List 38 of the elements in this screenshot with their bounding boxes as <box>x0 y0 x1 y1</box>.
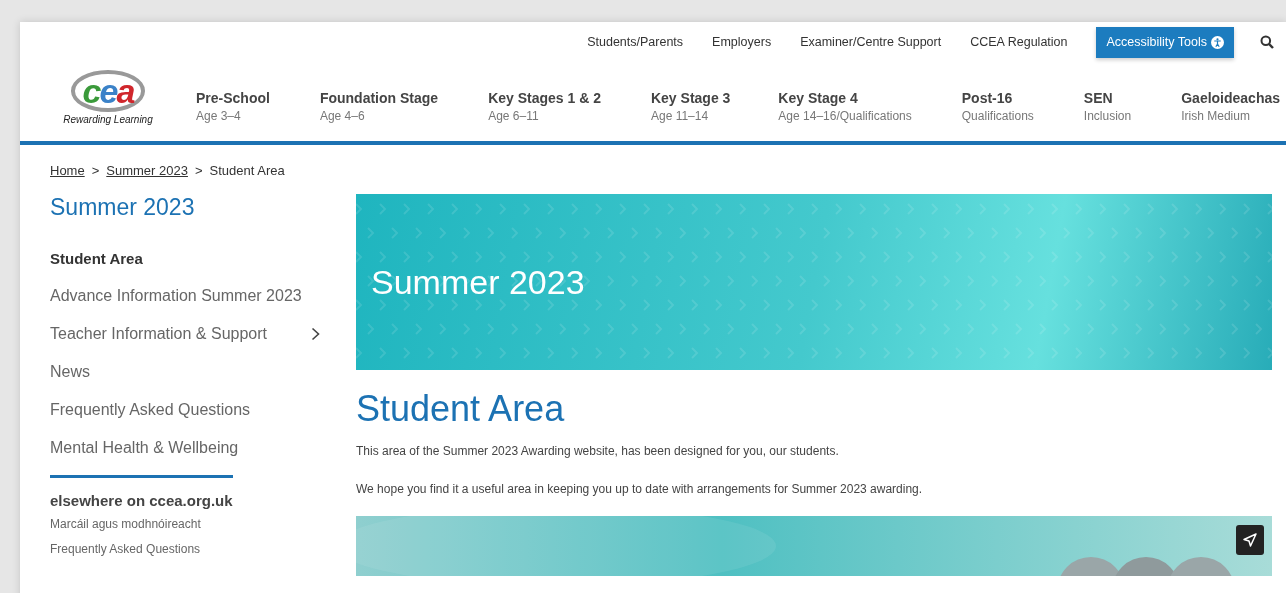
elsewhere-link[interactable]: Marcáil agus modhnóireacht <box>50 517 326 531</box>
hero-title: Summer 2023 <box>371 262 585 302</box>
breadcrumb-link[interactable]: Summer 2023 <box>106 163 188 178</box>
main-nav-item[interactable]: Foundation Stage Age 4–6 <box>319 90 439 123</box>
main-nav-item[interactable]: Gaeloideachas Irish Medium <box>1181 90 1281 123</box>
main-nav-item[interactable]: Key Stage 4 Age 14–16/Qualifications <box>778 90 912 123</box>
breadcrumb-separator: > <box>194 163 203 178</box>
paragraph: This area of the Summer 2023 Awarding website, has been designed for you, our students. <box>356 444 840 458</box>
breadcrumb-current: Student Area <box>209 163 285 178</box>
sidebar-item[interactable]: Student Area <box>50 239 320 277</box>
sidebar-item[interactable]: News <box>50 353 320 391</box>
share-button[interactable] <box>1236 525 1264 555</box>
top-nav-link[interactable]: Examiner/Centre Support <box>800 35 942 49</box>
main-nav-item[interactable]: Key Stages 1 & 2 Age 6–11 <box>488 90 601 123</box>
accessibility-button[interactable]: Accessibility Tools <box>1096 26 1234 58</box>
sidebar-item[interactable]: Frequently Asked Questions <box>50 391 320 429</box>
page-heading: Student Area <box>356 388 566 430</box>
top-nav-link[interactable]: CCEA Regulation <box>970 35 1068 49</box>
paragraph: We hope you find it a useful area in keeping you up to date with arrangements for Summer 2023 awarding. <box>356 482 924 496</box>
accessibility-icon <box>1211 35 1224 49</box>
top-nav-link[interactable]: Students/Parents <box>587 35 684 49</box>
logo[interactable]: cea Rewarding Learning <box>48 70 168 125</box>
sidebar-item[interactable]: Teacher Information & Support <box>50 315 320 353</box>
elsewhere-link[interactable]: Frequently Asked Questions <box>50 542 326 556</box>
chevron-right-icon <box>311 327 320 341</box>
main-nav-item[interactable]: SEN Inclusion <box>1083 90 1132 123</box>
main-nav-item[interactable]: Post-16 Qualifications <box>961 90 1034 123</box>
breadcrumb-separator: > <box>91 163 100 178</box>
main-nav-item[interactable]: Key Stage 3 Age 11–14 <box>650 90 731 123</box>
sidebar-title: Summer 2023 <box>50 194 196 221</box>
elsewhere-heading: elsewhere on ccea.org.uk <box>50 492 234 509</box>
send-icon <box>1242 532 1258 548</box>
search-icon[interactable] <box>1260 35 1274 49</box>
top-nav-link[interactable]: Employers <box>712 35 772 49</box>
breadcrumb-link[interactable]: Home <box>50 163 85 178</box>
main-nav-item[interactable]: Pre-School Age 3–4 <box>196 90 270 123</box>
sidebar-item[interactable]: Advance Information Summer 2023 <box>50 277 320 315</box>
sidebar-item[interactable]: Mental Health & Wellbeing <box>50 429 320 467</box>
